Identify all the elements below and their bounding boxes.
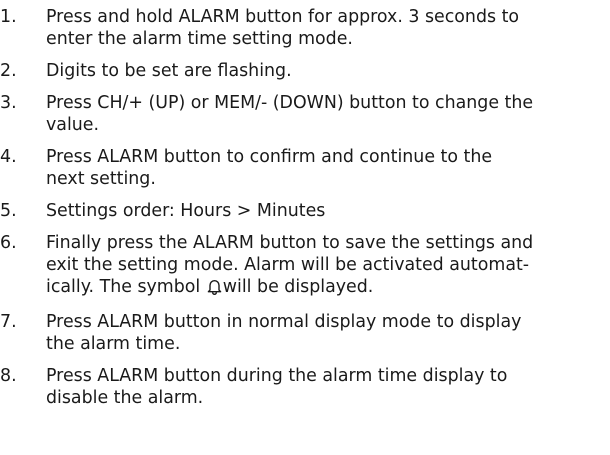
list-item: 7. Press ALARM button in normal display …	[0, 311, 610, 355]
step-number: 1.	[0, 7, 17, 27]
list-item: 3. Press CH/+ (UP) or MEM/- (DOWN) butto…	[0, 92, 610, 136]
step-number: 6.	[0, 233, 17, 253]
step-number: 3.	[0, 93, 17, 113]
step-text: exit the setting mode. Alarm will be act…	[46, 255, 530, 275]
step-text: Press ALARM button during the alarm time…	[46, 366, 508, 386]
step-text: disable the alarm.	[46, 388, 204, 408]
step-text: ically. The symbol	[46, 277, 201, 297]
step-text: next setting.	[46, 169, 156, 189]
step-text: Settings order: Hours > Minutes	[46, 201, 326, 221]
step-text: Digits to be set are flashing.	[46, 61, 292, 81]
list-item: 4. Press ALARM button to confirm and con…	[0, 146, 610, 190]
list-item: 2. Digits to be set are flashing.	[0, 60, 610, 82]
list-item: 8. Press ALARM button during the alarm t…	[0, 365, 610, 409]
step-text-with-icon: ically. The symbol will be displayed.	[46, 276, 610, 301]
step-text: Press ALARM button to confirm and contin…	[46, 147, 493, 167]
list-item: 5. Settings order: Hours > Minutes	[0, 200, 610, 222]
step-text: Press CH/+ (UP) or MEM/- (DOWN) button t…	[46, 93, 534, 113]
step-number: 4.	[0, 147, 17, 167]
step-text: Press ALARM button in normal display mod…	[46, 312, 522, 332]
step-number: 7.	[0, 312, 17, 332]
instruction-list: 1. Press and hold ALARM button for appro…	[0, 0, 610, 409]
step-number: 2.	[0, 61, 17, 81]
step-text: Press and hold ALARM button for approx. …	[46, 7, 520, 27]
step-text: will be displayed.	[222, 277, 374, 297]
step-text: value.	[46, 115, 100, 135]
step-text: the alarm time.	[46, 334, 181, 354]
step-number: 8.	[0, 366, 17, 386]
bell-icon	[207, 278, 222, 301]
step-text: enter the alarm time setting mode.	[46, 29, 353, 49]
list-item: 1. Press and hold ALARM button for appro…	[0, 6, 610, 50]
step-number: 5.	[0, 201, 17, 221]
step-text: Finally press the ALARM button to save t…	[46, 233, 534, 253]
list-item: 6. Finally press the ALARM button to sav…	[0, 232, 610, 301]
